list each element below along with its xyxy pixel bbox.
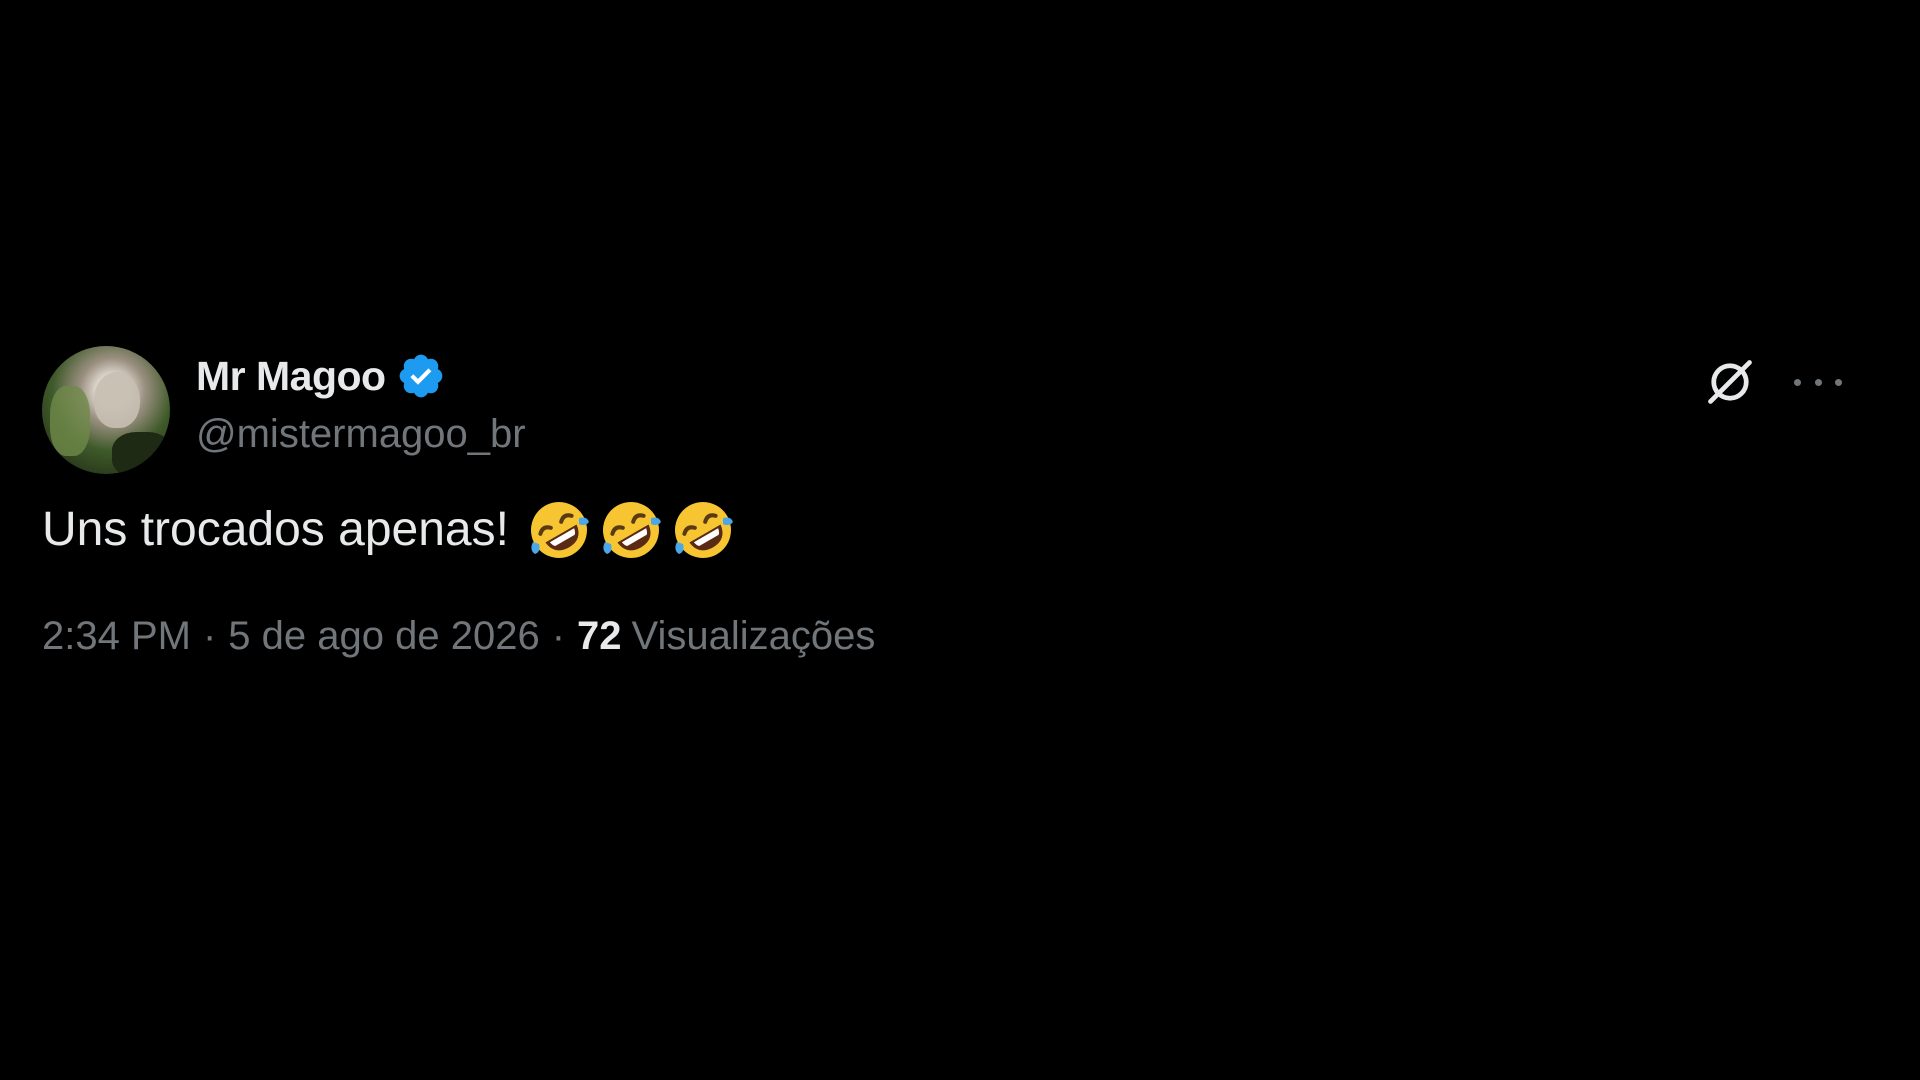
tweet-text-content: Uns trocados apenas! xyxy=(42,503,509,556)
avatar-image-part xyxy=(112,432,170,474)
verified-badge-icon xyxy=(399,354,442,398)
avatar-image-part xyxy=(94,372,140,428)
rolling-on-floor-laughing-emoji-icon xyxy=(602,502,661,558)
display-name-row: Mr Magoo xyxy=(196,350,526,402)
more-dot xyxy=(1794,378,1801,386)
views-count: 72 xyxy=(577,614,622,658)
author-handle[interactable]: @mistermagoo_br xyxy=(196,412,526,457)
meta-separator: · xyxy=(202,614,217,658)
views-label[interactable]: Visualizações xyxy=(632,614,876,659)
more-dot xyxy=(1835,378,1842,386)
tweet-time[interactable]: 2:34 PM xyxy=(42,614,191,659)
tweet-text: Uns trocados apenas! xyxy=(42,496,1842,564)
grok-icon[interactable] xyxy=(1704,356,1756,408)
avatar-image-part xyxy=(50,386,90,456)
more-dot xyxy=(1814,378,1822,386)
rolling-on-floor-laughing-emoji-icon xyxy=(530,502,589,558)
tweet-meta: 2:34 PM · 5 de ago de 2026 · 72 Visualiz… xyxy=(42,614,1842,659)
author-names: Mr Magoo @mistermagoo_br xyxy=(196,350,526,457)
tweet-date[interactable]: 5 de ago de 2026 xyxy=(228,614,539,659)
display-name[interactable]: Mr Magoo xyxy=(196,353,386,400)
tweet: Mr Magoo @mistermagoo_br Uns trocados ap… xyxy=(42,346,1842,659)
rolling-on-floor-laughing-emoji-icon xyxy=(674,502,733,558)
meta-separator: · xyxy=(551,614,566,658)
more-options-icon[interactable] xyxy=(1794,372,1842,392)
avatar[interactable] xyxy=(42,346,170,474)
tweet-actions xyxy=(1704,356,1842,408)
tweet-header: Mr Magoo @mistermagoo_br xyxy=(42,346,1842,474)
